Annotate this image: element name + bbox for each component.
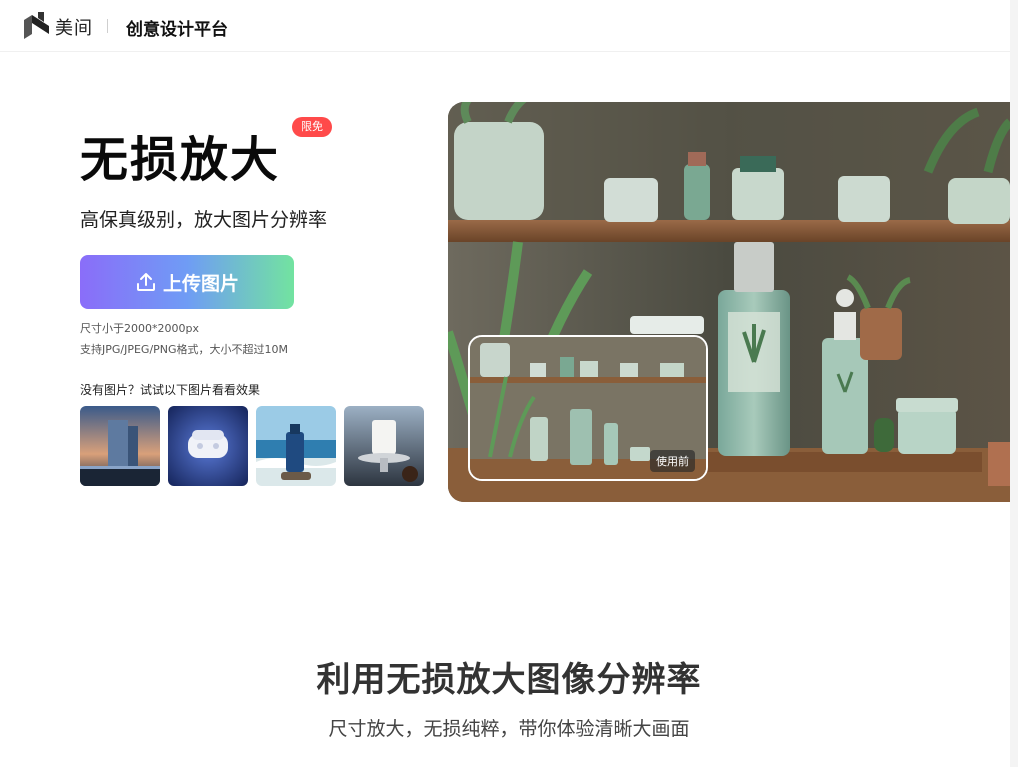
section-title: 利用无损放大图像分辨率 xyxy=(316,660,702,700)
sample-thumb-earbuds[interactable] xyxy=(168,406,248,486)
meijian-logo-icon[interactable] xyxy=(24,12,49,39)
section-subtitle: 尺寸放大，无损纯粹，带你体验清晰大画面 xyxy=(328,718,690,740)
size-hint: 尺寸小于2000*2000px xyxy=(80,322,199,335)
upload-image-button[interactable]: 上传图片 xyxy=(80,255,294,309)
sample-images-title: 没有图片？试试以下图片看看效果 xyxy=(80,383,261,397)
sample-images-list xyxy=(80,406,424,486)
upload-button-label: 上传图片 xyxy=(162,273,239,295)
header-divider xyxy=(107,19,108,33)
page-title: 无损放大 xyxy=(80,132,281,188)
page-subtitle: 高保真级别，放大图片分辨率 xyxy=(80,209,328,231)
sample-thumb-bottle-beach[interactable] xyxy=(256,406,336,486)
sample-thumb-white-device[interactable] xyxy=(344,406,424,486)
upload-icon xyxy=(136,273,155,291)
top-header: 美间 创意设计平台 xyxy=(0,0,1018,52)
free-badge: 限免 xyxy=(292,117,332,137)
before-label: 使用前 xyxy=(650,450,695,472)
page-scrollbar[interactable] xyxy=(1010,0,1018,767)
platform-name: 创意设计平台 xyxy=(126,20,228,40)
brand-name[interactable]: 美间 xyxy=(55,14,93,40)
format-hint: 支持JPG/JPEG/PNG格式，大小不超过10M xyxy=(80,343,289,356)
sample-thumb-building[interactable] xyxy=(80,406,160,486)
